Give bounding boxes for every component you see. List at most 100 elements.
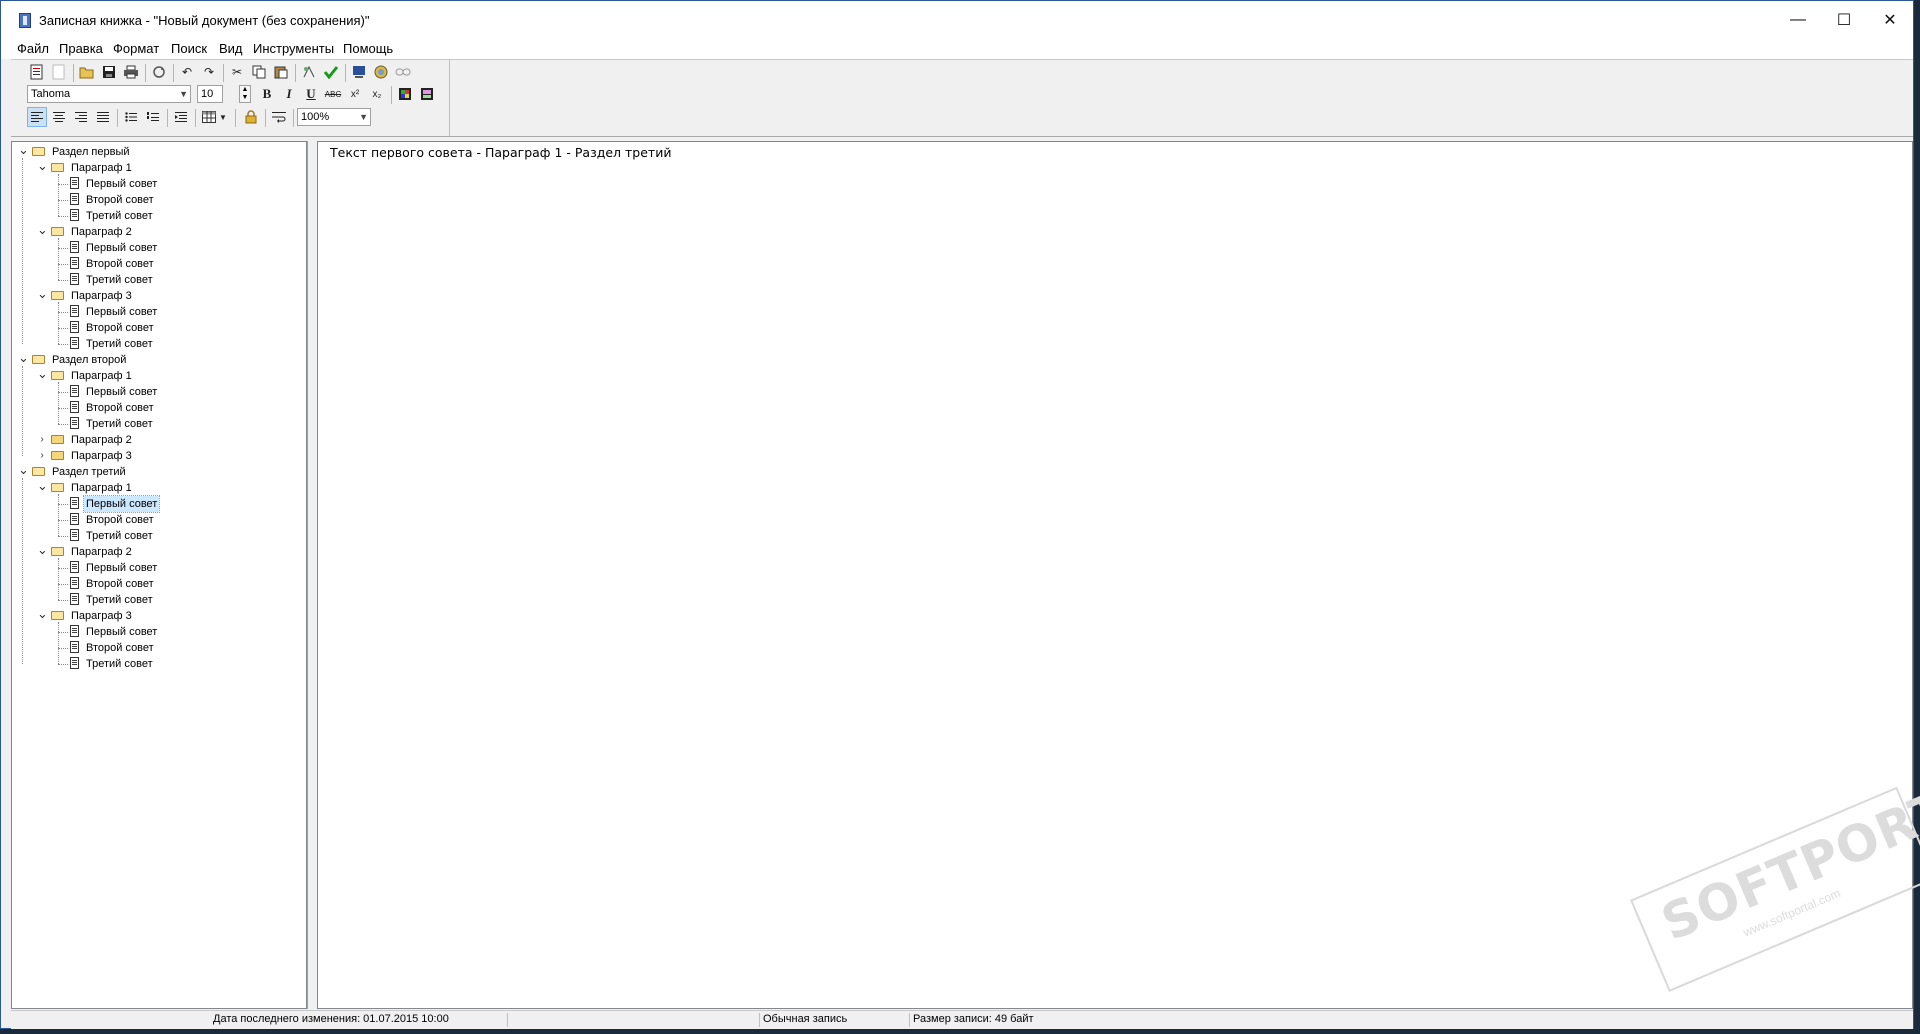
menu-help[interactable]: Помощь	[343, 41, 393, 56]
tree-connector-line	[58, 344, 68, 345]
tree-item-note[interactable]: Второй совет	[70, 512, 156, 528]
tree-item-label: Второй совет	[86, 642, 154, 654]
tree-item-note[interactable]: Первый совет	[70, 304, 159, 320]
word-wrap-icon[interactable]	[269, 107, 289, 127]
blank-page-icon[interactable]	[49, 62, 69, 82]
table-icon[interactable]	[199, 107, 219, 127]
paste-icon[interactable]	[271, 62, 291, 82]
tree-item-note[interactable]: Первый совет	[70, 176, 159, 192]
text-color-icon[interactable]	[395, 84, 415, 104]
tree-item-note[interactable]: Второй совет	[70, 640, 156, 656]
tree-item-paragraph[interactable]: Параграф 2	[51, 224, 134, 240]
align-right-icon[interactable]	[71, 107, 91, 127]
subscript-button[interactable]: x₂	[367, 84, 387, 104]
table-dropdown-icon[interactable]: ▼	[217, 107, 229, 127]
background-color-icon[interactable]	[417, 84, 437, 104]
align-justify-icon[interactable]	[93, 107, 113, 127]
collapse-chevron-icon[interactable]: ⌄	[37, 367, 48, 384]
expand-chevron-icon[interactable]: ›	[37, 448, 47, 464]
open-folder-icon[interactable]	[77, 62, 97, 82]
export-icon[interactable]	[349, 62, 369, 82]
tree-item-note[interactable]: Второй совет	[70, 400, 156, 416]
superscript-button[interactable]: x²	[345, 84, 365, 104]
spell-check-icon[interactable]	[321, 62, 341, 82]
strikethrough-button[interactable]: ABC	[323, 84, 343, 104]
tree-item-note[interactable]: Первый совет	[70, 560, 159, 576]
tree-item-note[interactable]: Третий совет	[70, 272, 155, 288]
maximize-button[interactable]: ☐	[1821, 1, 1867, 39]
font-size-input[interactable]: 10	[197, 85, 223, 103]
zoom-select[interactable]: 100% ▼	[297, 108, 371, 126]
menu-tools[interactable]: Инструменты	[253, 41, 334, 56]
tree-item-note[interactable]: Второй совет	[70, 192, 156, 208]
editor-text[interactable]: Текст первого совета - Параграф 1 - Разд…	[330, 145, 671, 160]
collapse-chevron-icon[interactable]: ⌄	[37, 607, 48, 624]
minimize-button[interactable]: —	[1775, 1, 1821, 39]
tree-item-note[interactable]: Третий совет	[70, 592, 155, 608]
font-name-select[interactable]: Tahoma ▼	[27, 85, 191, 103]
tree-item-paragraph[interactable]: Параграф 1	[51, 368, 134, 384]
tree-item-note[interactable]: Первый совет	[70, 624, 159, 640]
save-icon[interactable]	[99, 62, 119, 82]
indent-icon[interactable]	[171, 107, 191, 127]
tree-item-note[interactable]: Первый совет	[70, 495, 161, 513]
redo-icon[interactable]: ↷	[199, 62, 219, 82]
align-center-icon[interactable]	[49, 107, 69, 127]
link-icon[interactable]	[393, 62, 413, 82]
cut-icon[interactable]: ✂	[227, 62, 247, 82]
tree-item-note[interactable]: Второй совет	[70, 256, 156, 272]
tree-item-paragraph[interactable]: Параграф 2	[51, 544, 134, 560]
title-bar[interactable]: Записная книжка - "Новый документ (без с…	[1, 1, 1913, 39]
menu-file[interactable]: Файл	[17, 41, 49, 56]
bullet-list-icon[interactable]	[121, 107, 141, 127]
notebook-app-icon[interactable]	[19, 13, 31, 28]
italic-button[interactable]: I	[279, 84, 299, 104]
app-window: Записная книжка - "Новый документ (без с…	[0, 0, 1914, 1029]
tree-item-paragraph[interactable]: Параграф 1	[51, 480, 134, 496]
collapse-chevron-icon[interactable]: ⌄	[37, 223, 48, 240]
bold-button[interactable]: B	[257, 84, 277, 104]
align-left-icon[interactable]	[27, 107, 47, 127]
editor-area[interactable]: Текст первого совета - Параграф 1 - Разд…	[317, 141, 1913, 1009]
notes-tree[interactable]: ⌄ Раздел первый ⌄ Параграф 1 Первый совет Вто…	[11, 141, 307, 1009]
undo-icon[interactable]: ↶	[177, 62, 197, 82]
menu-format[interactable]: Формат	[113, 41, 159, 56]
menu-edit[interactable]: Правка	[59, 41, 103, 56]
expand-chevron-icon[interactable]: ›	[37, 432, 47, 448]
refresh-icon[interactable]	[149, 62, 169, 82]
menu-search[interactable]: Поиск	[171, 41, 207, 56]
collapse-chevron-icon[interactable]: ⌄	[18, 351, 29, 368]
collapse-chevron-icon[interactable]: ⌄	[18, 143, 29, 160]
tree-item-note[interactable]: Третий совет	[70, 336, 155, 352]
tree-item-note[interactable]: Третий совет	[70, 656, 155, 672]
font-size-spinner[interactable]: ▲ ▼	[239, 85, 251, 103]
tree-item-note[interactable]: Третий совет	[70, 528, 155, 544]
tree-item-note[interactable]: Третий совет	[70, 208, 155, 224]
copy-icon[interactable]	[249, 62, 269, 82]
tree-item-paragraph[interactable]: Параграф 2	[51, 432, 134, 448]
collapse-chevron-icon[interactable]: ⌄	[37, 287, 48, 304]
lock-icon[interactable]	[241, 107, 261, 127]
tree-item-note[interactable]: Первый совет	[70, 240, 159, 256]
collapse-chevron-icon[interactable]: ⌄	[37, 479, 48, 496]
new-record-icon[interactable]	[27, 62, 47, 82]
menu-view[interactable]: Вид	[219, 41, 243, 56]
collapse-chevron-icon[interactable]: ⌄	[18, 463, 29, 480]
underline-button[interactable]: U	[301, 84, 321, 104]
globe-icon[interactable]	[371, 62, 391, 82]
tree-item-paragraph[interactable]: Параграф 3	[51, 448, 134, 464]
numbered-list-icon[interactable]	[143, 107, 163, 127]
pane-splitter[interactable]	[307, 141, 315, 1009]
collapse-chevron-icon[interactable]: ⌄	[37, 159, 48, 176]
close-button[interactable]: ✕	[1867, 1, 1913, 39]
tree-item-note[interactable]: Второй совет	[70, 320, 156, 336]
tree-item-note[interactable]: Третий совет	[70, 416, 155, 432]
print-icon[interactable]	[121, 62, 141, 82]
tree-item-paragraph[interactable]: Параграф 1	[51, 160, 134, 176]
tree-item-paragraph[interactable]: Параграф 3	[51, 608, 134, 624]
tree-item-paragraph[interactable]: Параграф 3	[51, 288, 134, 304]
find-replace-icon[interactable]	[299, 62, 319, 82]
tree-item-note[interactable]: Первый совет	[70, 384, 159, 400]
collapse-chevron-icon[interactable]: ⌄	[37, 543, 48, 560]
tree-item-note[interactable]: Второй совет	[70, 576, 156, 592]
